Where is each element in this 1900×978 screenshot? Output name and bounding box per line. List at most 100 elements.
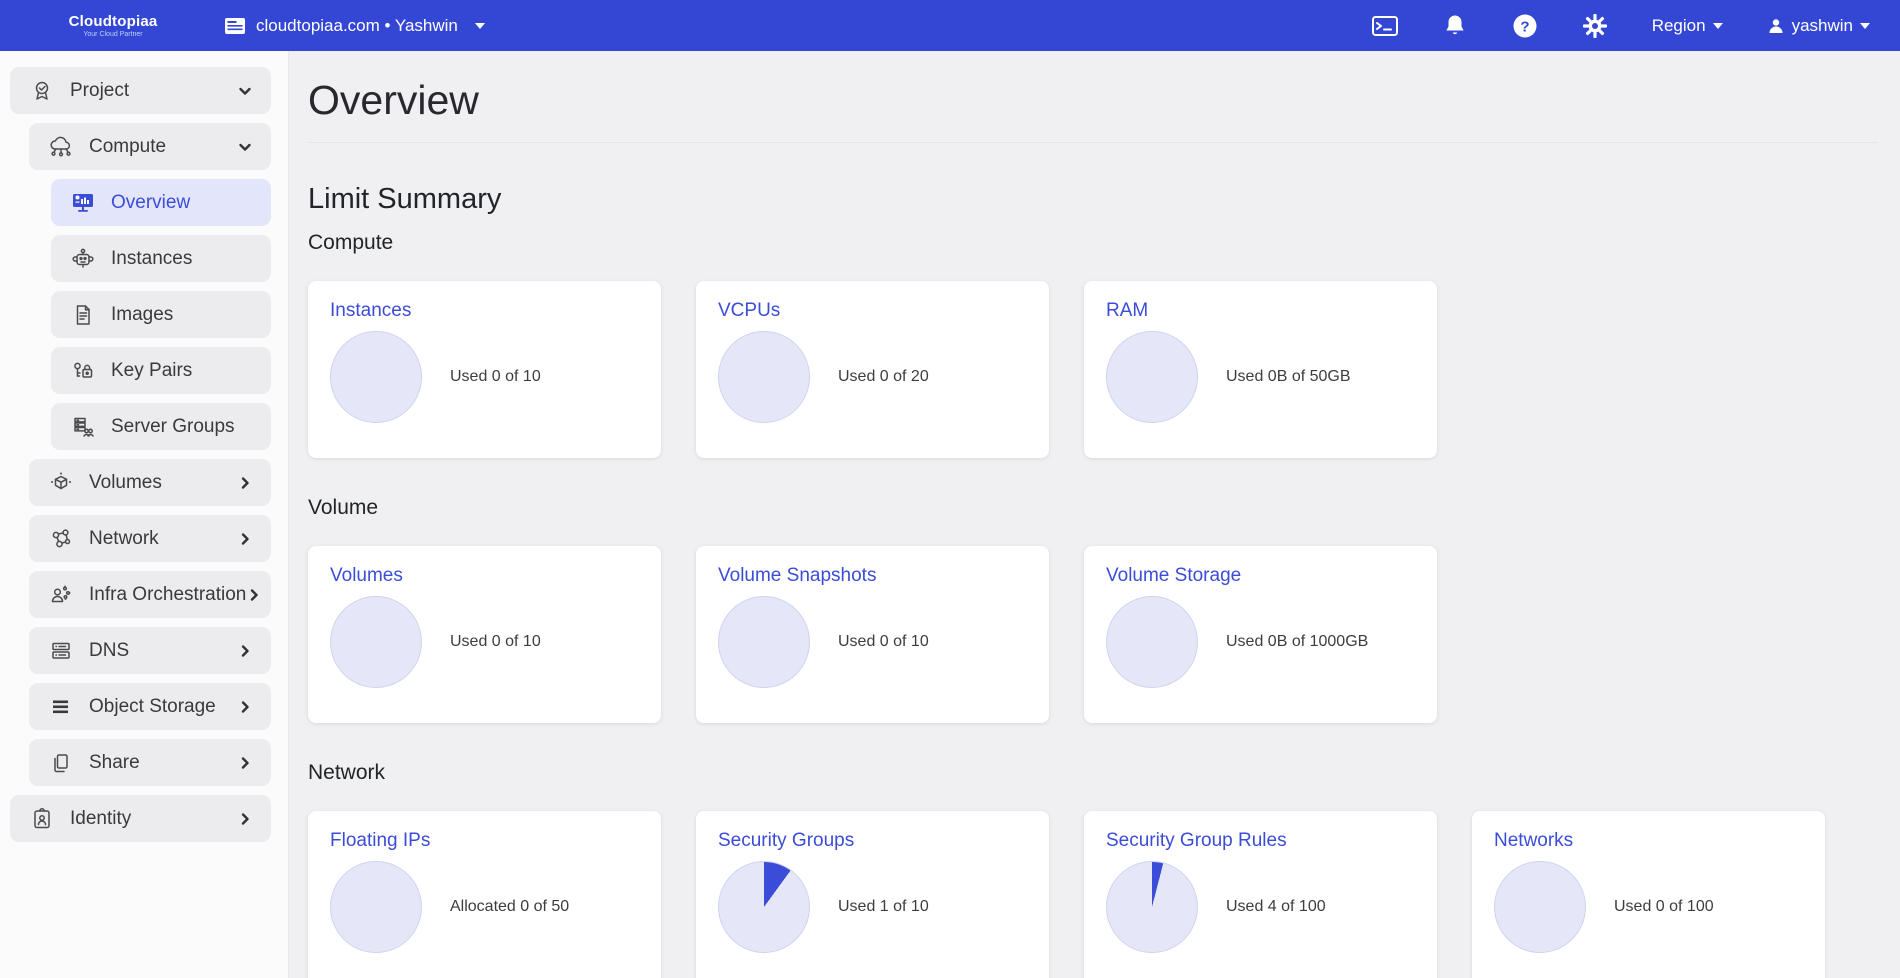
sidebar-item-label: DNS bbox=[89, 640, 129, 662]
security-group-rules-link[interactable]: Security Group Rules bbox=[1106, 830, 1413, 852]
sidebar-item-label: Instances bbox=[111, 248, 192, 270]
security-groups-link[interactable]: Security Groups bbox=[718, 830, 1025, 852]
networks-usage-text: Used 0 of 100 bbox=[1614, 898, 1714, 916]
sidebar-item-label: Infra Orchestration bbox=[89, 584, 246, 606]
sidebar-item-label: Network bbox=[89, 528, 159, 550]
floating-ips-usage-text: Allocated 0 of 50 bbox=[450, 898, 569, 916]
sidebar-item-network[interactable]: Network bbox=[29, 515, 271, 562]
sidebar-item-label: Object Storage bbox=[89, 696, 216, 718]
volume-card-row: Volumes Used 0 of 10 Volume Snapshots Us… bbox=[308, 546, 1878, 723]
volumes-quota-card: Volumes Used 0 of 10 bbox=[308, 546, 661, 723]
network-heading: Network bbox=[308, 761, 1878, 785]
chevron-down-icon bbox=[237, 139, 253, 155]
volumes-link[interactable]: Volumes bbox=[330, 565, 637, 587]
volume-storage-usage-text: Used 0B of 1000GB bbox=[1226, 633, 1368, 651]
chevron-down-icon bbox=[1713, 23, 1723, 29]
network-card-row: Floating IPs Allocated 0 of 50 Security … bbox=[308, 811, 1878, 978]
volume-snapshots-link[interactable]: Volume Snapshots bbox=[718, 565, 1025, 587]
brand-tagline: Your Cloud Partner bbox=[83, 31, 142, 38]
sidebar-item-server-groups[interactable]: Server Groups bbox=[51, 403, 271, 450]
security-groups-quota-card: Security Groups Used 1 of 10 bbox=[696, 811, 1049, 978]
sidebar-item-project[interactable]: Project bbox=[10, 67, 271, 114]
chevron-down-icon bbox=[237, 83, 253, 99]
chevron-right-icon bbox=[237, 811, 253, 827]
brand-logo[interactable]: Cloudtopiaa Your Cloud Partner bbox=[38, 13, 188, 38]
sidebar-item-volumes[interactable]: Volumes bbox=[29, 459, 271, 506]
sidebar-item-object-storage[interactable]: Object Storage bbox=[29, 683, 271, 730]
instances-robot-icon bbox=[70, 246, 96, 272]
brand-title: Cloudtopiaa bbox=[69, 13, 158, 30]
networks-quota-card: Networks Used 0 of 100 bbox=[1472, 811, 1825, 978]
instances-link[interactable]: Instances bbox=[330, 300, 637, 322]
user-label: yashwin bbox=[1792, 16, 1853, 36]
chevron-right-icon bbox=[237, 755, 253, 771]
vcpus-link[interactable]: VCPUs bbox=[718, 300, 1025, 322]
sidebar-item-instances[interactable]: Instances bbox=[51, 235, 271, 282]
volume-storage-link[interactable]: Volume Storage bbox=[1106, 565, 1413, 587]
security-group-rules-quota-card: Security Group Rules Used 4 of 100 bbox=[1084, 811, 1437, 978]
svg-text:?: ? bbox=[1520, 18, 1529, 35]
sidebar-item-dns[interactable]: DNS bbox=[29, 627, 271, 674]
domain-project-switcher[interactable]: cloudtopiaa.com • Yashwin bbox=[224, 16, 485, 36]
chevron-right-icon bbox=[237, 643, 253, 659]
sidebar-item-label: Identity bbox=[70, 808, 131, 830]
chevron-down-icon bbox=[475, 23, 485, 29]
volume-heading: Volume bbox=[308, 496, 1878, 520]
security-group-rules-pie-chart bbox=[1106, 861, 1198, 953]
sidebar-item-label: Server Groups bbox=[111, 416, 235, 438]
settings-gear-icon[interactable] bbox=[1582, 13, 1608, 39]
sidebar-item-label: Images bbox=[111, 304, 173, 326]
images-document-icon bbox=[70, 302, 96, 328]
compute-heading: Compute bbox=[308, 231, 1878, 255]
identity-card-icon bbox=[29, 806, 55, 832]
sidebar-item-label: Overview bbox=[111, 192, 190, 214]
notifications-bell-icon[interactable] bbox=[1442, 13, 1468, 39]
region-dropdown[interactable]: Region bbox=[1652, 16, 1723, 36]
sidebar-item-images[interactable]: Images bbox=[51, 291, 271, 338]
sidebar-item-infra-orchestration[interactable]: Infra Orchestration bbox=[29, 571, 271, 618]
limit-summary-heading: Limit Summary bbox=[308, 183, 1878, 216]
security-groups-pie-chart bbox=[718, 861, 810, 953]
orchestration-icon bbox=[48, 582, 74, 608]
ram-usage-text: Used 0B of 50GB bbox=[1226, 368, 1351, 386]
dns-servers-icon bbox=[48, 638, 74, 664]
volumes-usage-text: Used 0 of 10 bbox=[450, 633, 541, 651]
floating-ips-pie-chart bbox=[330, 861, 422, 953]
vcpus-quota-card: VCPUs Used 0 of 20 bbox=[696, 281, 1049, 458]
key-pairs-icon bbox=[70, 358, 96, 384]
sidebar-item-overview[interactable]: Overview bbox=[51, 179, 271, 226]
ram-link[interactable]: RAM bbox=[1106, 300, 1413, 322]
volume-snapshots-quota-card: Volume Snapshots Used 0 of 10 bbox=[696, 546, 1049, 723]
compute-cloud-icon bbox=[48, 134, 74, 160]
floating-ips-link[interactable]: Floating IPs bbox=[330, 830, 637, 852]
share-copy-icon bbox=[48, 750, 74, 776]
console-icon[interactable] bbox=[1372, 13, 1398, 39]
region-label: Region bbox=[1652, 16, 1706, 36]
overview-monitor-icon bbox=[70, 190, 96, 216]
instances-pie-chart bbox=[330, 331, 422, 423]
sidebar-item-label: Project bbox=[70, 80, 129, 102]
instances-quota-card: Instances Used 0 of 10 bbox=[308, 281, 661, 458]
security-groups-usage-text: Used 1 of 10 bbox=[838, 898, 929, 916]
user-icon bbox=[1767, 17, 1785, 35]
sidebar-item-key-pairs[interactable]: Key Pairs bbox=[51, 347, 271, 394]
sidebar-nav: Project Compute Overview Instances bbox=[0, 51, 289, 978]
help-icon[interactable]: ? bbox=[1512, 13, 1538, 39]
networks-pie-chart bbox=[1494, 861, 1586, 953]
vcpus-usage-text: Used 0 of 20 bbox=[838, 368, 929, 386]
project-badge-icon bbox=[29, 78, 55, 104]
chevron-right-icon bbox=[237, 699, 253, 715]
ram-quota-card: RAM Used 0B of 50GB bbox=[1084, 281, 1437, 458]
instances-usage-text: Used 0 of 10 bbox=[450, 368, 541, 386]
user-menu[interactable]: yashwin bbox=[1767, 16, 1870, 36]
floating-ips-quota-card: Floating IPs Allocated 0 of 50 bbox=[308, 811, 661, 978]
server-groups-icon bbox=[70, 414, 96, 440]
sidebar-item-label: Compute bbox=[89, 136, 166, 158]
networks-link[interactable]: Networks bbox=[1494, 830, 1801, 852]
sidebar-item-identity[interactable]: Identity bbox=[10, 795, 271, 842]
volume-storage-quota-card: Volume Storage Used 0B of 1000GB bbox=[1084, 546, 1437, 723]
volume-storage-pie-chart bbox=[1106, 596, 1198, 688]
sidebar-item-share[interactable]: Share bbox=[29, 739, 271, 786]
compute-card-row: Instances Used 0 of 10 VCPUs Used 0 of 2… bbox=[308, 281, 1878, 458]
sidebar-item-compute[interactable]: Compute bbox=[29, 123, 271, 170]
